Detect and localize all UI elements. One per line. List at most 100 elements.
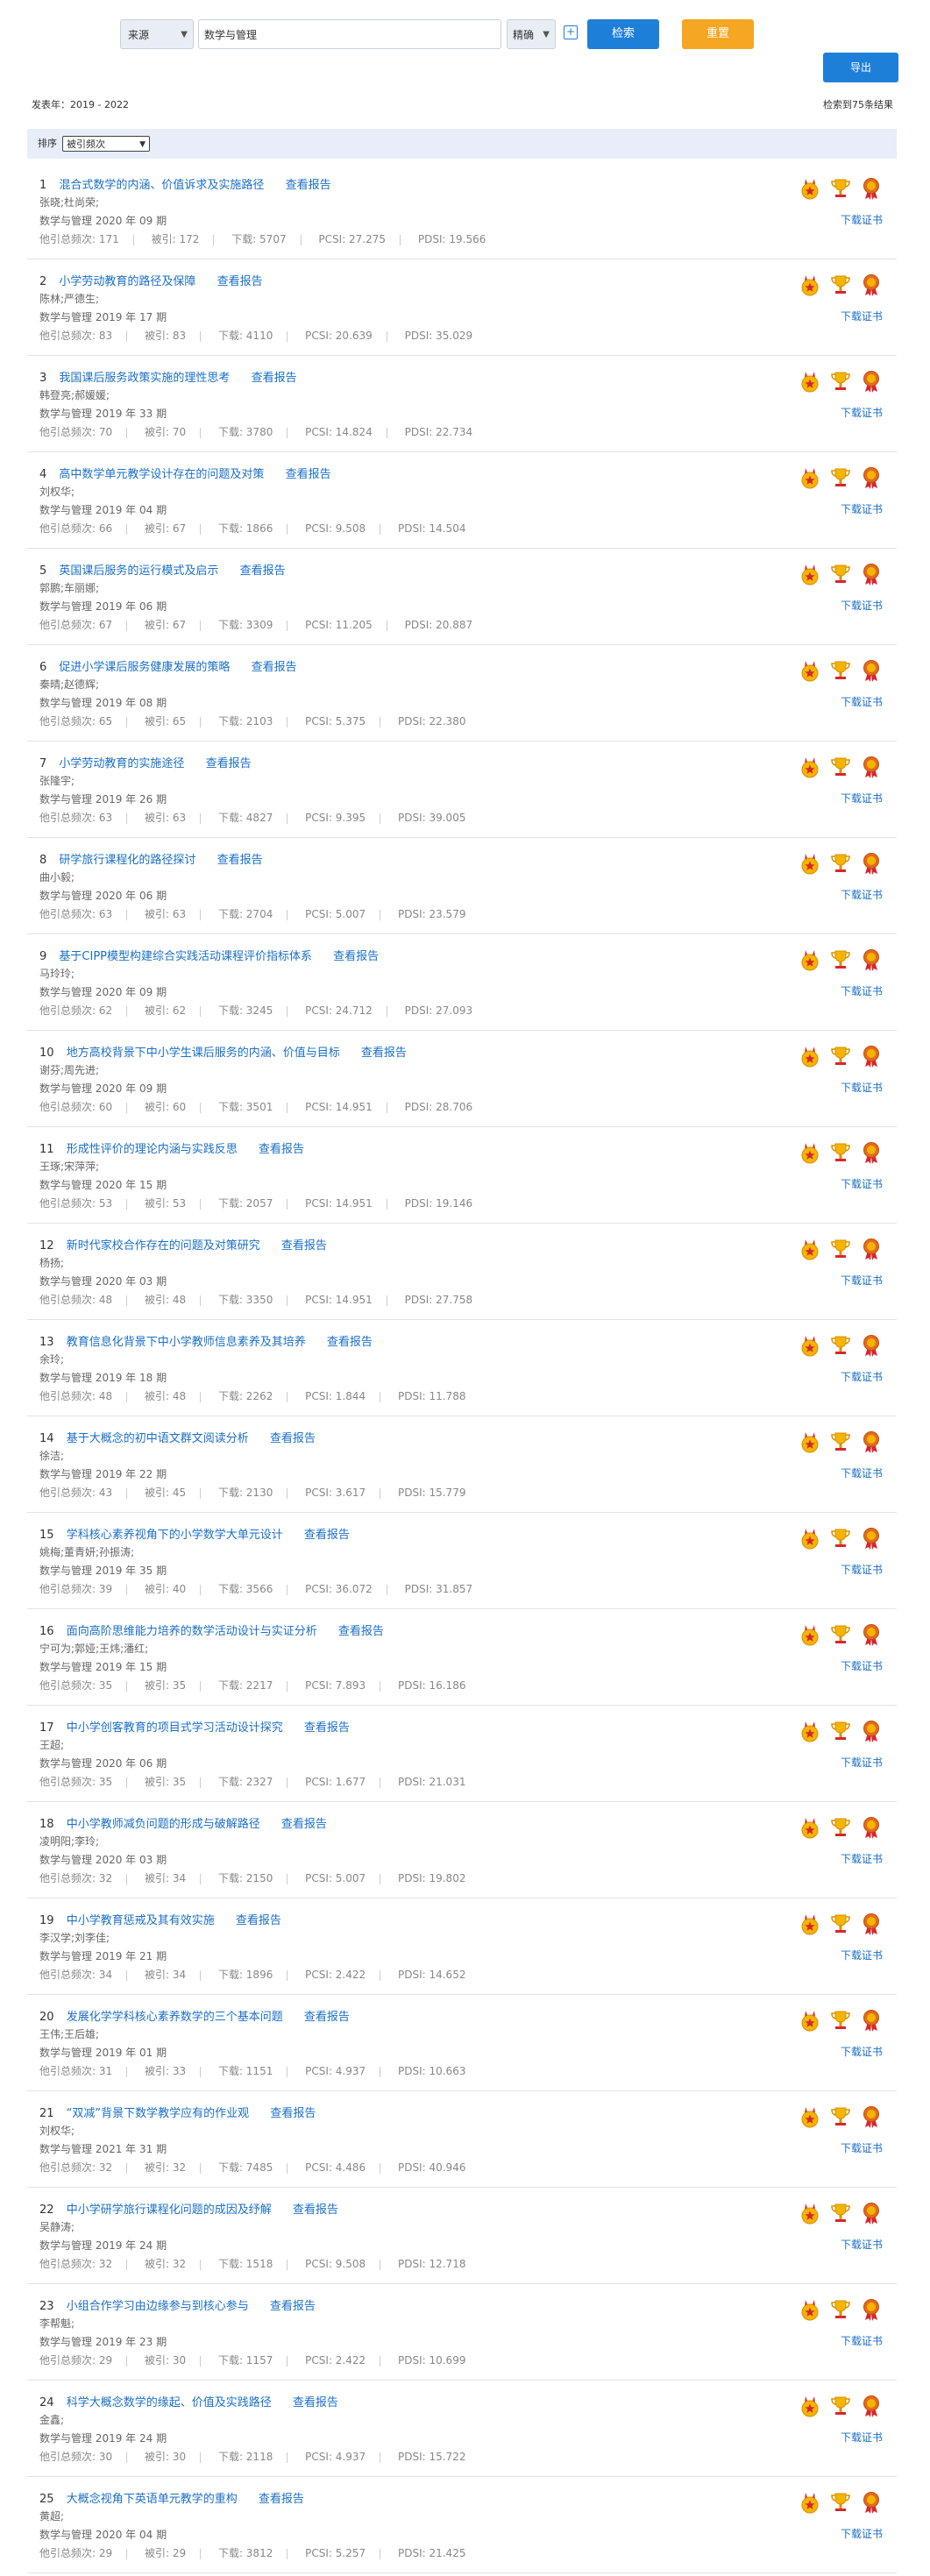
view-report-link[interactable]: 查看报告 xyxy=(286,179,331,192)
view-report-link[interactable]: 查看报告 xyxy=(333,950,379,963)
item-title-link[interactable]: 形成性评价的理论内涵与实践反思 xyxy=(67,1143,238,1156)
download-certificate-link[interactable]: 下载证书 xyxy=(841,1948,883,1962)
item-title-link[interactable]: 小学劳动教育的路径及保障 xyxy=(59,275,195,288)
item-title-link[interactable]: 地方高校背景下中小学生课后服务的内涵、价值与目标 xyxy=(67,1047,340,1060)
item-title-link[interactable]: 小学劳动教育的实施途径 xyxy=(59,757,184,770)
download-certificate-link[interactable]: 下载证书 xyxy=(841,2526,883,2541)
item-title-link[interactable]: 面向高阶思维能力培养的数学活动设计与实证分析 xyxy=(67,1625,317,1638)
item-title-link[interactable]: 教育信息化背景下中小学教师信息素养及其培养 xyxy=(67,1336,306,1349)
item-authors: 杨扬; xyxy=(39,1257,65,1269)
download-certificate-link[interactable]: 下载证书 xyxy=(841,1369,883,1384)
download-certificate-link[interactable]: 下载证书 xyxy=(841,405,883,420)
reset-button[interactable]: 重置 xyxy=(682,19,754,49)
view-report-link[interactable]: 查看报告 xyxy=(270,1432,316,1445)
view-report-link[interactable]: 查看报告 xyxy=(304,2011,350,2024)
metric-pdsi: PDSI: 40.946 xyxy=(397,2161,466,2174)
view-report-link[interactable]: 查看报告 xyxy=(293,2396,338,2409)
view-report-link[interactable]: 查看报告 xyxy=(293,2203,338,2217)
download-certificate-link[interactable]: 下载证书 xyxy=(841,2237,883,2252)
view-report-link[interactable]: 查看报告 xyxy=(304,1721,350,1735)
view-report-link[interactable]: 查看报告 xyxy=(259,1143,304,1156)
download-certificate-link[interactable]: 下载证书 xyxy=(841,212,883,227)
view-report-link[interactable]: 查看报告 xyxy=(270,2107,316,2120)
metric-pdsi: PDSI: 16.186 xyxy=(397,1679,466,1692)
view-report-link[interactable]: 查看报告 xyxy=(338,1625,384,1638)
download-certificate-link[interactable]: 下载证书 xyxy=(841,2044,883,2059)
match-select[interactable]: 精确 ▼ xyxy=(507,19,556,49)
item-title-link[interactable]: 促进小学课后服务健康发展的策略 xyxy=(59,661,230,674)
item-title-link[interactable]: 发展化学学科核心素养数学的三个基本问题 xyxy=(67,2011,283,2024)
metric-other-citations: 他引总频次: 62 xyxy=(39,1004,113,1017)
metric-citations: 被引: 45 xyxy=(144,1487,187,1499)
view-report-link[interactable]: 查看报告 xyxy=(361,1047,407,1060)
search-button[interactable]: 检索 xyxy=(587,19,659,49)
download-certificate-link[interactable]: 下载证书 xyxy=(841,2140,883,2155)
view-report-link[interactable]: 查看报告 xyxy=(217,275,263,288)
item-title-line: 8 研学旅行课程化的路径探讨 查看报告 xyxy=(39,850,263,867)
item-title-link[interactable]: 中小学教师减负问题的形成与破解路径 xyxy=(67,1818,260,1831)
download-certificate-link[interactable]: 下载证书 xyxy=(841,694,883,709)
item-title-link[interactable]: 混合式数学的内涵、价值诉求及实施路径 xyxy=(59,179,264,192)
view-report-link[interactable]: 查看报告 xyxy=(304,1529,350,1542)
item-title-link[interactable]: 中小学教育惩戒及其有效实施 xyxy=(67,1914,215,1927)
view-report-link[interactable]: 查看报告 xyxy=(236,1914,281,1927)
download-certificate-link[interactable]: 下载证书 xyxy=(841,1755,883,1770)
view-report-link[interactable]: 查看报告 xyxy=(281,1818,327,1831)
item-index: 1 xyxy=(39,179,47,192)
download-certificate-link[interactable]: 下载证书 xyxy=(841,2430,883,2445)
rosette-medal-icon xyxy=(860,466,883,493)
download-certificate-link[interactable]: 下载证书 xyxy=(841,887,883,902)
item-title-link[interactable]: 小组合作学习由边缘参与到核心参与 xyxy=(67,2300,249,2313)
item-authors: 陈林;严德生; xyxy=(39,293,100,305)
download-certificate-link[interactable]: 下载证书 xyxy=(841,309,883,323)
item-title-link[interactable]: 学科核心素养视角下的小学数学大单元设计 xyxy=(67,1529,283,1542)
download-certificate-link[interactable]: 下载证书 xyxy=(841,1273,883,1288)
metric-citations: 被引: 172 xyxy=(151,233,200,245)
item-index: 25 xyxy=(39,2493,54,2506)
download-certificate-link[interactable]: 下载证书 xyxy=(841,1658,883,1673)
star-medal-icon xyxy=(799,2202,821,2228)
view-report-link[interactable]: 查看报告 xyxy=(281,1239,327,1253)
item-title-link[interactable]: 研学旅行课程化的路径探讨 xyxy=(59,854,195,867)
item-title-link[interactable]: 科学大概念数学的缘起、价值及实践路径 xyxy=(67,2396,272,2409)
view-report-link[interactable]: 查看报告 xyxy=(252,661,297,674)
view-report-link[interactable]: 查看报告 xyxy=(252,372,297,385)
item-title-link[interactable]: 大概念视角下英语单元教学的重构 xyxy=(67,2493,238,2506)
download-certificate-link[interactable]: 下载证书 xyxy=(841,983,883,998)
download-certificate-link[interactable]: 下载证书 xyxy=(841,1080,883,1095)
item-title-link[interactable]: 基于CIPP模型构建综合实践活动课程评价指标体系 xyxy=(59,950,312,963)
view-report-link[interactable]: 查看报告 xyxy=(286,468,331,481)
item-title-link[interactable]: 中小学研学旅行课程化问题的成因及纾解 xyxy=(67,2203,272,2217)
export-button[interactable]: 导出 xyxy=(823,53,898,82)
result-item: 1 混合式数学的内涵、价值诉求及实施路径 查看报告 张晓;杜尚荣; 数学与管理 … xyxy=(27,163,897,259)
item-title-link[interactable]: 英国课后服务的运行模式及启示 xyxy=(59,564,218,578)
add-condition-button[interactable]: + xyxy=(564,25,578,39)
view-report-link[interactable]: 查看报告 xyxy=(217,854,263,867)
download-certificate-link[interactable]: 下载证书 xyxy=(841,1465,883,1480)
view-report-link[interactable]: 查看报告 xyxy=(206,757,252,770)
item-title-link[interactable]: 新时代家校合作存在的问题及对策研究 xyxy=(67,1239,260,1253)
download-certificate-link[interactable]: 下载证书 xyxy=(841,598,883,613)
source-select[interactable]: 来源 ▼ xyxy=(120,19,194,49)
sort-select[interactable]: 被引频次 ▼ xyxy=(62,136,150,152)
download-certificate-link[interactable]: 下载证书 xyxy=(841,1176,883,1191)
download-certificate-link[interactable]: 下载证书 xyxy=(841,1851,883,1866)
item-metrics: 他引总频次: 35 被引: 35 下载: 2327 PCSI: 1.677 PD… xyxy=(39,1774,465,1789)
result-list: 1 混合式数学的内涵、价值诉求及实施路径 查看报告 张晓;杜尚荣; 数学与管理 … xyxy=(27,163,897,2573)
download-certificate-link[interactable]: 下载证书 xyxy=(841,791,883,805)
item-title-link[interactable]: 中小学创客教育的项目式学习活动设计探究 xyxy=(67,1721,283,1735)
download-certificate-link[interactable]: 下载证书 xyxy=(841,2333,883,2348)
item-title-link[interactable]: “双减”背景下数学教学应有的作业观 xyxy=(67,2107,249,2120)
view-report-link[interactable]: 查看报告 xyxy=(240,564,286,578)
search-input[interactable]: 数学与管理 xyxy=(198,19,501,49)
download-certificate-link[interactable]: 下载证书 xyxy=(841,1562,883,1577)
item-title-link[interactable]: 我国课后服务政策实施的理性思考 xyxy=(59,372,230,385)
view-report-link[interactable]: 查看报告 xyxy=(327,1336,373,1349)
download-certificate-link[interactable]: 下载证书 xyxy=(841,501,883,516)
item-title-link[interactable]: 高中数学单元教学设计存在的问题及对策 xyxy=(59,468,264,481)
view-report-link[interactable]: 查看报告 xyxy=(259,2493,304,2506)
view-report-link[interactable]: 查看报告 xyxy=(270,2300,316,2313)
star-medal-icon xyxy=(799,659,821,685)
item-title-link[interactable]: 基于大概念的初中语文群文阅读分析 xyxy=(67,1432,249,1445)
star-medal-icon xyxy=(799,1430,821,1457)
